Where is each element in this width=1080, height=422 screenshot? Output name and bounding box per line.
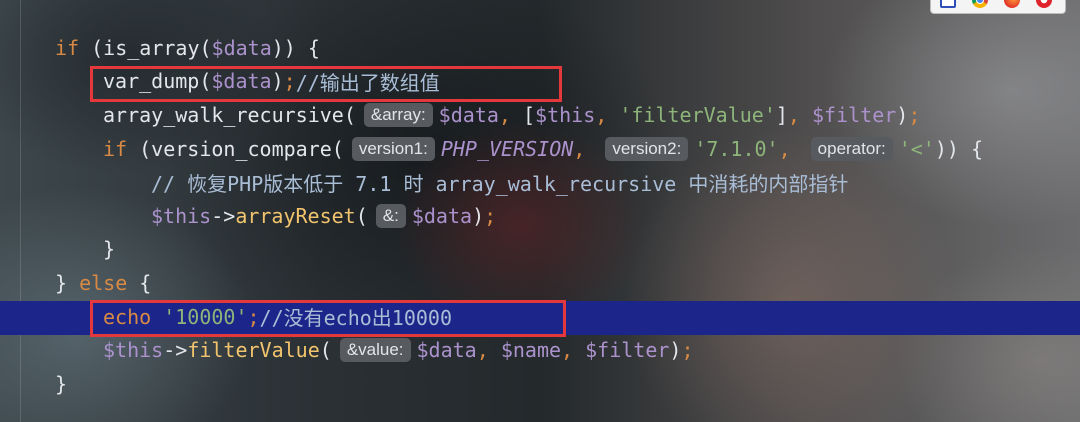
constant-php-version: PHP_VERSION: [440, 136, 574, 161]
parameter-hint: version1:: [351, 136, 435, 161]
browser-preview-toolbar: [930, 0, 1066, 14]
code-text: [: [510, 102, 536, 127]
string-literal: '<': [898, 136, 935, 161]
arrow-operator: ->: [211, 203, 236, 228]
semicolon: ;: [681, 338, 694, 363]
function-call-version-compare: (version_compare(: [127, 136, 344, 161]
comma: ,: [573, 136, 586, 161]
semicolon: ;: [484, 203, 497, 228]
phpstorm-icon[interactable]: [940, 0, 956, 8]
code-line-11[interactable]: }: [55, 367, 1080, 401]
string-literal: '7.1.0': [694, 136, 779, 161]
comma: ,: [561, 338, 574, 363]
variable-data: $data: [416, 338, 477, 363]
annotation-box-var-dump: [90, 66, 562, 102]
comma: ,: [498, 102, 511, 127]
closing-brace: }: [103, 237, 116, 262]
parameter-hint: operator:: [810, 136, 893, 161]
variable-data: $data: [211, 35, 272, 60]
function-call-array-walk-recursive: array_walk_recursive(: [103, 102, 356, 127]
keyword-else: else: [79, 270, 128, 295]
keyword-if: if: [103, 136, 128, 161]
parameter-hint: &value:: [339, 338, 411, 363]
variable-data: $data: [438, 102, 499, 127]
comment: // 恢复PHP版本低于 7.1 时 array_walk_recursive …: [151, 171, 849, 196]
code-line-1[interactable]: if (is_array( $data )) {: [55, 31, 1080, 65]
variable-this: $this: [103, 338, 164, 363]
comma: ,: [595, 102, 608, 127]
parameter-hint: version2:: [605, 136, 689, 161]
variable-data: $data: [411, 203, 473, 228]
function-call-is-array: (is_array(: [79, 35, 212, 60]
code-text: ): [472, 203, 485, 228]
closing-brace: }: [55, 270, 80, 295]
code-text: ): [669, 338, 682, 363]
parameter-hint: &array:: [363, 102, 433, 127]
code-text: )) {: [271, 35, 320, 60]
arrow-operator: ->: [163, 338, 188, 363]
code-text: (: [355, 203, 368, 228]
variable-this: $this: [151, 203, 212, 228]
firefox-icon[interactable]: [1004, 0, 1020, 8]
code-text: ]: [775, 102, 788, 127]
comma: ,: [787, 102, 800, 127]
code-line-5[interactable]: // 恢复PHP版本低于 7.1 时 array_walk_recursive …: [55, 165, 1080, 199]
chrome-icon[interactable]: [972, 0, 988, 8]
semicolon: ;: [908, 102, 921, 127]
code-line-3[interactable]: array_walk_recursive( &array: $data , [ …: [55, 98, 1080, 132]
annotation-box-echo: [90, 300, 566, 337]
parameter-hint: &:: [375, 203, 406, 228]
code-line-4[interactable]: if (version_compare( version1: PHP_VERSI…: [55, 132, 1080, 166]
closing-brace: }: [55, 371, 68, 396]
gutter-divider: [20, 0, 21, 422]
variable-filter: $filter: [799, 102, 897, 127]
method-name: filterValue: [187, 338, 320, 363]
code-line-10[interactable]: $this -> filterValue ( &value: $data , $…: [55, 333, 1080, 367]
keyword-if: if: [55, 35, 80, 60]
string-literal: 'filterValue': [607, 102, 776, 127]
code-text: (: [319, 338, 332, 363]
variable-name: $name: [488, 338, 562, 363]
variable-this: $this: [535, 102, 596, 127]
variable-filter: $filter: [573, 338, 670, 363]
comma: ,: [778, 136, 791, 161]
opening-brace: {: [127, 270, 152, 295]
code-line-8[interactable]: } else {: [55, 266, 1080, 300]
method-name: arrayReset: [235, 203, 356, 228]
opera-icon[interactable]: [1036, 0, 1052, 8]
code-line-6[interactable]: $this -> arrayReset ( &: $data ) ;: [55, 199, 1080, 233]
code-line-7[interactable]: }: [55, 233, 1080, 267]
code-text: ): [896, 102, 909, 127]
code-text: )) {: [934, 136, 983, 161]
comma: ,: [476, 338, 489, 363]
